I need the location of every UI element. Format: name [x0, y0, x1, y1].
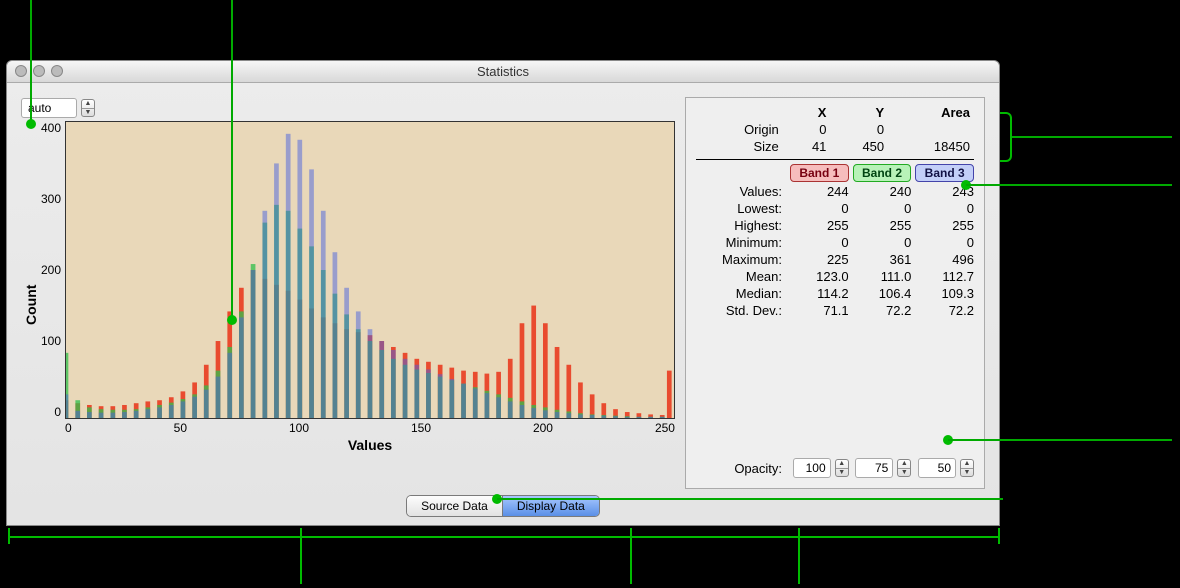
- opacity-row: Opacity: 100 ▲▼ 75 ▲▼ 50 ▲▼: [696, 458, 974, 478]
- data-source-tabs-row: Source Data Display Data: [7, 489, 999, 525]
- opacity-band1[interactable]: 100 ▲▼: [790, 458, 849, 478]
- row-size-label: Size: [696, 138, 787, 155]
- stat-cell: 244: [790, 184, 849, 199]
- band-3-badge[interactable]: Band 3: [915, 164, 974, 182]
- x-tick: 250: [655, 421, 675, 435]
- band-header: Band 1 Band 2 Band 3: [696, 164, 974, 182]
- scale-value: auto: [28, 101, 51, 115]
- x-tick: 150: [411, 421, 431, 435]
- row-origin-label: Origin: [696, 121, 787, 138]
- zoom-icon[interactable]: [51, 65, 63, 77]
- y-tick: 0: [54, 405, 61, 419]
- tab-display-data[interactable]: Display Data: [502, 496, 599, 516]
- geometry-table: X Y Area Origin 0 0 Size 41 4: [696, 104, 974, 155]
- stat-row-label: Highest:: [696, 218, 786, 233]
- window-body: auto ▲ ▼ Count 400 300 200 100 0: [7, 83, 999, 489]
- window-controls[interactable]: [15, 65, 63, 77]
- stat-cell: 72.2: [853, 303, 912, 318]
- callout-tick: [798, 528, 800, 584]
- stat-cell: 123.0: [790, 269, 849, 284]
- callout-leader: [1012, 136, 1172, 138]
- callout-brace: [1000, 112, 1012, 162]
- stat-cell: 0: [853, 235, 912, 250]
- callout-tick: [8, 528, 10, 544]
- col-area: Area: [888, 104, 974, 121]
- col-x: X: [787, 104, 831, 121]
- stat-cell: 0: [790, 201, 849, 216]
- band-stats-grid: Values:244240243Lowest:000Highest:255255…: [696, 184, 974, 318]
- stat-cell: 255: [790, 218, 849, 233]
- col-y: Y: [830, 104, 888, 121]
- stats-panel: X Y Area Origin 0 0 Size 41 4: [685, 97, 985, 489]
- stat-cell: 114.2: [790, 286, 849, 301]
- y-tick: 400: [41, 121, 61, 135]
- opacity-band3[interactable]: 50 ▲▼: [915, 458, 974, 478]
- stat-row-label: Values:: [696, 184, 786, 199]
- stat-cell: 255: [915, 218, 974, 233]
- stat-cell: 109.3: [915, 286, 974, 301]
- stat-row-label: Lowest:: [696, 201, 786, 216]
- stat-cell: 0: [790, 235, 849, 250]
- x-axis-label: Values: [65, 435, 675, 453]
- data-source-segmented[interactable]: Source Data Display Data: [406, 495, 600, 517]
- stat-cell: 112.7: [915, 269, 974, 284]
- stat-cell: 0: [915, 201, 974, 216]
- opacity-b3-stepper[interactable]: ▲▼: [960, 459, 974, 477]
- stat-cell: 243: [915, 184, 974, 199]
- callout-tick: [300, 528, 302, 584]
- stat-cell: 225: [790, 252, 849, 267]
- titlebar[interactable]: Statistics: [7, 61, 999, 83]
- x-tick: 50: [174, 421, 187, 435]
- y-tick: 300: [41, 192, 61, 206]
- stat-row-label: Mean:: [696, 269, 786, 284]
- opacity-b2-stepper[interactable]: ▲▼: [897, 459, 911, 477]
- stat-cell: 71.1: [790, 303, 849, 318]
- minimize-icon[interactable]: [33, 65, 45, 77]
- table-row: Size 41 450 18450: [696, 138, 974, 155]
- band-2-badge[interactable]: Band 2: [853, 164, 912, 182]
- y-axis-ticks: 400 300 200 100 0: [41, 121, 65, 441]
- x-tick: 100: [289, 421, 309, 435]
- histogram-chart: Count 400 300 200 100 0 0 50 100: [21, 121, 675, 489]
- band-1-badge[interactable]: Band 1: [790, 164, 849, 182]
- divider: [696, 159, 974, 160]
- stat-row-label: Maximum:: [696, 252, 786, 267]
- stat-cell: 240: [853, 184, 912, 199]
- x-tick: 200: [533, 421, 553, 435]
- statistics-window: Statistics auto ▲ ▼ Count 400 300 200: [6, 60, 1000, 526]
- histogram-plot-area[interactable]: [65, 121, 675, 419]
- stat-row-label: Minimum:: [696, 235, 786, 250]
- stat-cell: 72.2: [915, 303, 974, 318]
- chevron-down-icon[interactable]: ▼: [82, 109, 94, 117]
- scale-stepper[interactable]: ▲ ▼: [81, 99, 95, 117]
- stat-cell: 496: [915, 252, 974, 267]
- opacity-band2[interactable]: 75 ▲▼: [853, 458, 912, 478]
- tab-source-data[interactable]: Source Data: [407, 496, 502, 516]
- close-icon[interactable]: [15, 65, 27, 77]
- opacity-label: Opacity:: [696, 461, 786, 476]
- callout-tick: [998, 528, 1000, 544]
- stat-cell: 111.0: [853, 269, 912, 284]
- opacity-b1-stepper[interactable]: ▲▼: [835, 459, 849, 477]
- y-axis-label: Count: [21, 121, 41, 489]
- chart-column: auto ▲ ▼ Count 400 300 200 100 0: [21, 97, 675, 489]
- stat-cell: 255: [853, 218, 912, 233]
- y-tick: 100: [41, 334, 61, 348]
- callout-tick: [630, 528, 632, 584]
- stat-cell: 361: [853, 252, 912, 267]
- window-title: Statistics: [477, 64, 529, 79]
- x-axis-ticks: 0 50 100 150 200 250: [65, 419, 675, 435]
- stat-cell: 0: [915, 235, 974, 250]
- stat-row-label: Median:: [696, 286, 786, 301]
- chevron-up-icon[interactable]: ▲: [82, 100, 94, 109]
- table-row: Origin 0 0: [696, 121, 974, 138]
- y-tick: 200: [41, 263, 61, 277]
- scale-combobox[interactable]: auto: [21, 98, 77, 118]
- stat-cell: 0: [853, 201, 912, 216]
- histogram-svg: [66, 122, 674, 418]
- x-tick: 0: [65, 421, 72, 435]
- stat-row-label: Std. Dev.:: [696, 303, 786, 318]
- stat-cell: 106.4: [853, 286, 912, 301]
- callout-bottom-guide: [8, 536, 1000, 538]
